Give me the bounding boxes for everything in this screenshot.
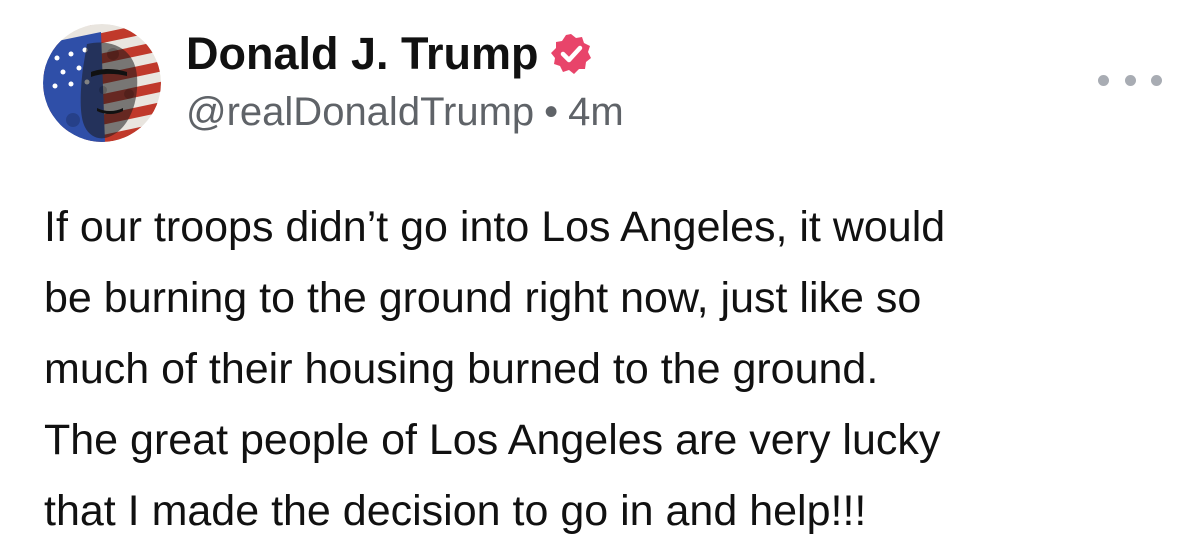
post-body-line: that I made the decision to go in and he… (44, 487, 867, 535)
post-body-line: much of their housing burned to the grou… (44, 345, 879, 393)
flag-portrait-avatar-icon (43, 24, 161, 142)
more-horizontal-icon-dot (1151, 74, 1162, 86)
more-horizontal-icon-dot (1098, 74, 1109, 86)
post-body-line: The great people of Los Angeles are very… (44, 416, 941, 464)
more-horizontal-icon-dot (1124, 74, 1136, 86)
verified-badge-icon (549, 32, 593, 76)
post-body-line: be burning to the ground right now, just… (44, 274, 922, 322)
meta-separator: • (544, 90, 559, 134)
post-card: Donald J. Trump @realDonaldTrump • 4m If o… (0, 0, 1200, 535)
post-body-line: If our troops didn’t go into Los Angeles… (44, 203, 946, 251)
avatar[interactable] (43, 24, 161, 142)
display-name-text[interactable]: Donald J. Trump (186, 28, 539, 80)
post-meta: @realDonaldTrump • 4m (186, 88, 624, 136)
post-timestamp[interactable]: 4m (568, 90, 624, 134)
more-options-button[interactable] (1098, 60, 1162, 100)
post-body: If our troops didn’t go into Los Angeles… (44, 192, 1174, 547)
author-handle[interactable]: @realDonaldTrump (186, 90, 534, 134)
author-display-name[interactable]: Donald J. Trump (186, 28, 593, 80)
